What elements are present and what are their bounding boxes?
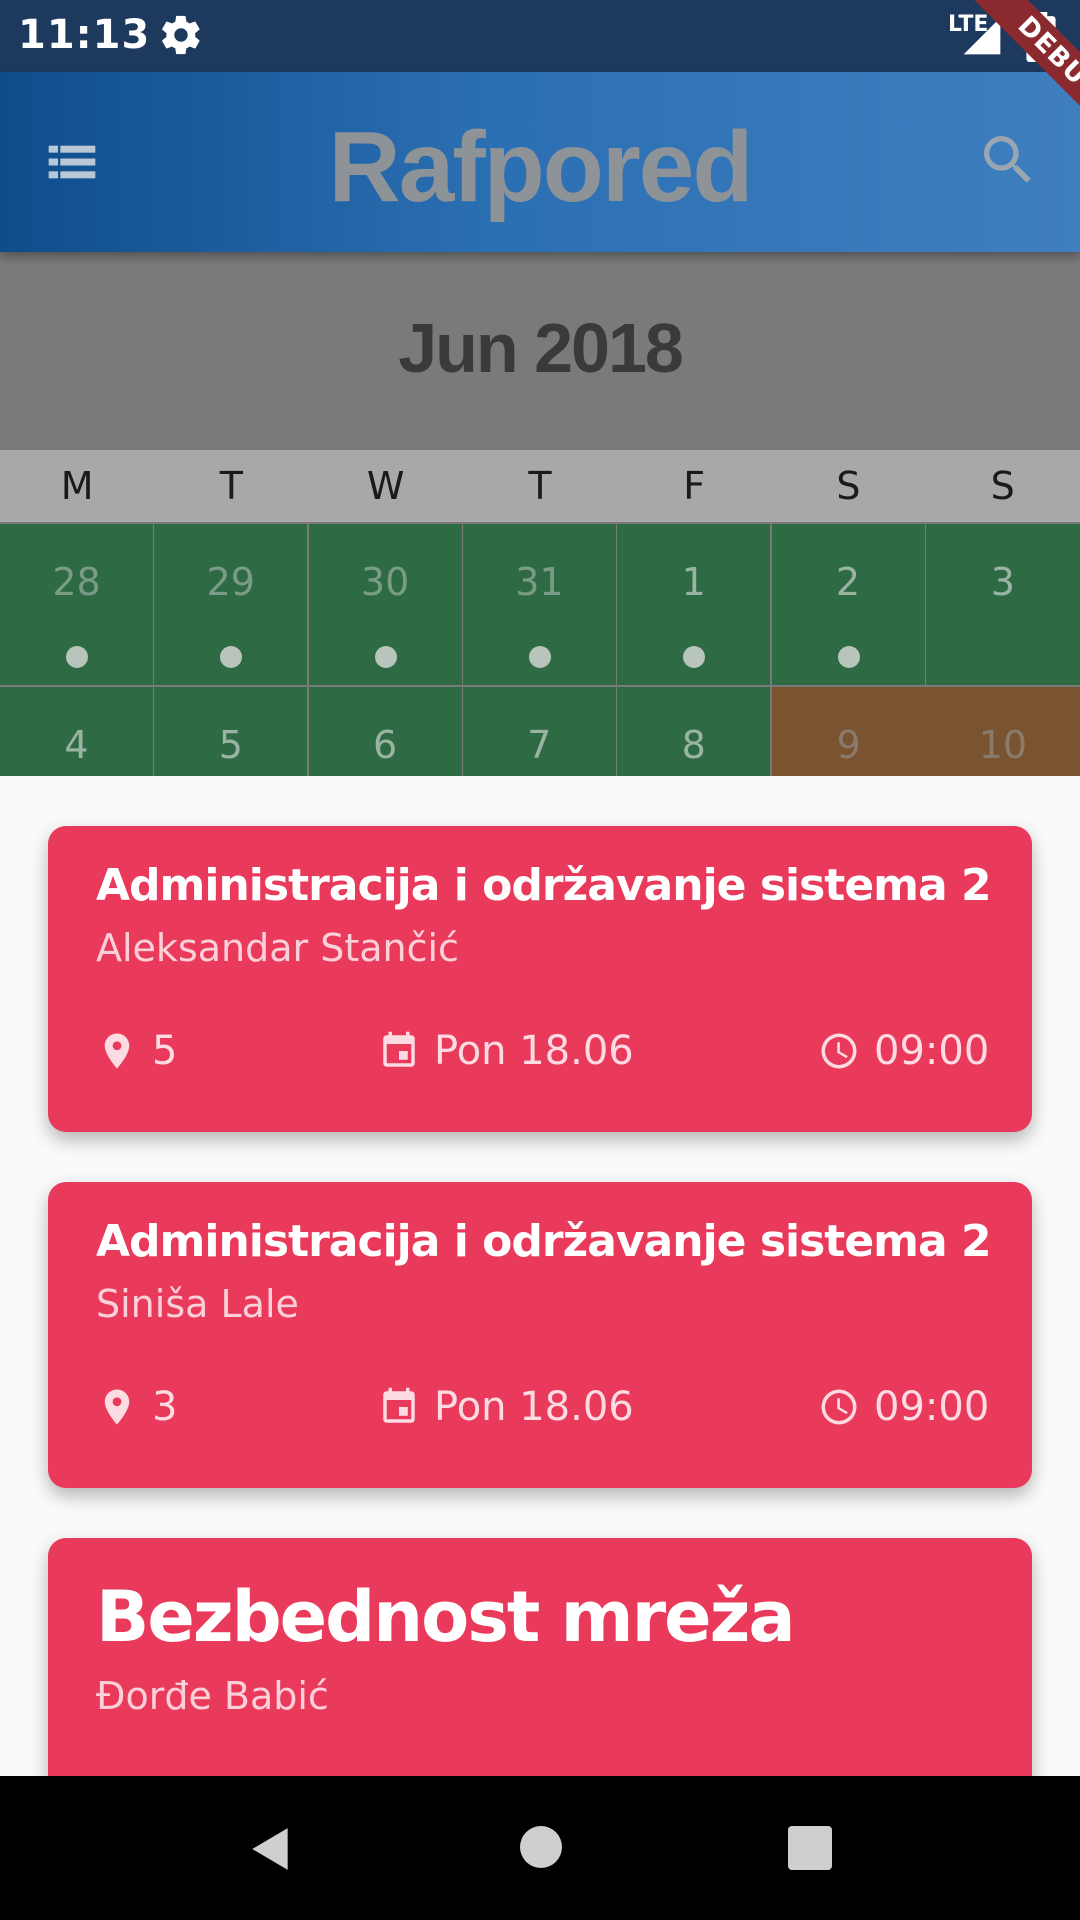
day-number: 8 xyxy=(681,723,706,767)
time-text: 09:00 xyxy=(874,1384,990,1430)
day-number: 31 xyxy=(515,560,564,604)
weekday-label: S xyxy=(836,464,861,508)
event-card[interactable]: Administracija i održavanje sistema 2 Si… xyxy=(48,1182,1032,1488)
location-pin-icon xyxy=(104,1389,130,1425)
day-number: 10 xyxy=(978,723,1028,767)
event-lecturer: Siniša Lale xyxy=(96,1282,299,1326)
day-cell[interactable]: 1 xyxy=(617,524,771,685)
day-cell-weekend[interactable]: 9 xyxy=(771,687,926,776)
day-cell[interactable]: 28 xyxy=(0,524,153,685)
day-number: 7 xyxy=(527,723,552,767)
weekday-label: S xyxy=(990,464,1015,508)
day-cell[interactable]: 6 xyxy=(308,687,462,776)
day-number: 29 xyxy=(206,560,255,604)
event-lecturer: Đorđe Babić xyxy=(96,1674,329,1718)
day-cell[interactable]: 30 xyxy=(308,524,462,685)
event-title: Administracija i održavanje sistema 2 xyxy=(96,1216,992,1267)
event-date: Pon 18.06 xyxy=(378,1026,634,1076)
system-nav-bar xyxy=(0,1776,1080,1920)
day-cell[interactable]: 4 xyxy=(0,687,153,776)
day-cell[interactable]: 29 xyxy=(154,524,308,685)
day-cell[interactable]: 2 xyxy=(771,524,925,685)
event-dot xyxy=(220,646,243,668)
event-dot xyxy=(374,646,397,668)
location-pin-icon xyxy=(104,1033,130,1069)
gear-icon xyxy=(162,15,200,55)
status-time: 11:13 xyxy=(18,12,151,58)
event-dot xyxy=(837,646,860,668)
weekday-label: T xyxy=(219,464,243,508)
recents-icon[interactable] xyxy=(788,1826,832,1870)
time-text: 09:00 xyxy=(874,1028,990,1074)
day-cell[interactable]: 31 xyxy=(462,524,616,685)
home-icon[interactable] xyxy=(520,1826,562,1868)
event-lecturer: Aleksandar Stančić xyxy=(96,926,459,970)
clock-icon xyxy=(821,1033,857,1069)
weekday-label: T xyxy=(528,464,552,508)
clock-icon xyxy=(821,1389,857,1425)
event-dot xyxy=(66,646,88,668)
day-number: 5 xyxy=(218,723,243,767)
back-icon[interactable] xyxy=(246,1824,296,1874)
calendar-icon xyxy=(383,1031,415,1067)
event-dot xyxy=(683,646,706,668)
event-room: 3 xyxy=(96,1382,177,1432)
day-number: 4 xyxy=(64,723,89,767)
day-grid: 28 29 30 31 1 2 3 4 5 6 7 8 9 10 xyxy=(0,524,1080,776)
day-number: 3 xyxy=(990,560,1015,604)
event-date: Pon 18.06 xyxy=(378,1382,634,1432)
day-number: 30 xyxy=(360,560,410,604)
event-dot xyxy=(528,646,551,668)
day-number: 28 xyxy=(52,560,101,604)
event-time: 09:00 xyxy=(818,1026,989,1076)
event-time: 09:00 xyxy=(818,1382,989,1432)
event-card[interactable]: Bezbednost mreža Đorđe Babić xyxy=(48,1538,1032,1776)
day-number: 9 xyxy=(836,723,861,767)
event-room: 5 xyxy=(96,1026,177,1076)
event-card[interactable]: Administracija i održavanje sistema 2 Al… xyxy=(48,826,1032,1132)
date-text: Pon 18.06 xyxy=(434,1028,634,1074)
search-icon[interactable] xyxy=(976,128,1040,192)
calendar-icon xyxy=(383,1387,415,1423)
app-bar: Rafpored xyxy=(0,72,1080,252)
weekday-header: M T W T F S S xyxy=(0,450,1080,522)
event-title: Administracija i održavanje sistema 2 xyxy=(96,860,992,911)
day-number: 1 xyxy=(681,560,706,604)
weekday-label: M xyxy=(60,464,94,508)
day-number: 6 xyxy=(373,723,398,767)
day-cell[interactable]: 7 xyxy=(462,687,616,776)
event-title: Bezbednost mreža xyxy=(96,1576,796,1658)
room-number: 3 xyxy=(152,1384,178,1430)
day-cell[interactable]: 3 xyxy=(925,524,1080,685)
month-title: Jun 2018 xyxy=(398,309,684,387)
weekday-label: W xyxy=(366,464,405,508)
day-cell-weekend[interactable]: 10 xyxy=(925,687,1080,776)
day-cell[interactable]: 8 xyxy=(617,687,771,776)
event-list: Administracija i održavanje sistema 2 Al… xyxy=(0,776,1080,1776)
date-text: Pon 18.06 xyxy=(434,1384,634,1430)
weekday-label: F xyxy=(683,464,706,508)
calendar: Jun 2018 M T W T F S S 28 29 30 31 1 2 3… xyxy=(0,252,1080,776)
app-title: Rafpored xyxy=(328,111,754,223)
room-number: 5 xyxy=(152,1028,178,1074)
status-bar: 11:13 LTE xyxy=(0,0,1080,72)
day-number: 2 xyxy=(835,560,861,604)
day-cell[interactable]: 5 xyxy=(154,687,308,776)
